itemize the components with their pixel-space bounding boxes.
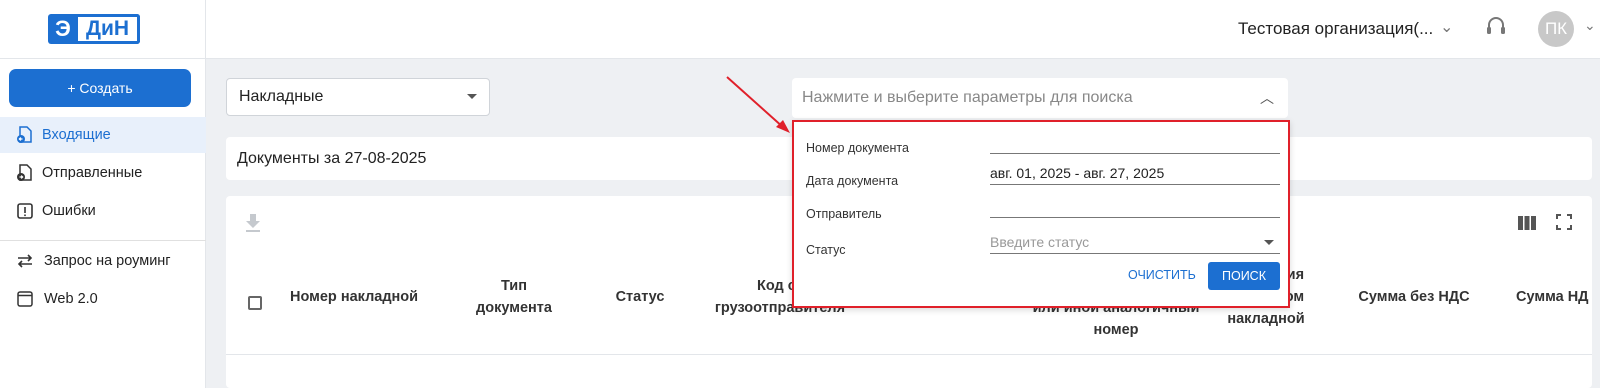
- document-type-select[interactable]: Накладные: [226, 78, 490, 116]
- sender-label: Отправитель: [806, 207, 882, 221]
- search-button[interactable]: ПОИСК: [1208, 262, 1280, 290]
- columns-icon[interactable]: [1518, 216, 1536, 230]
- status-label: Статус: [806, 243, 846, 257]
- sidebar-item-label: Отправленные: [42, 165, 143, 181]
- status-placeholder: Введите статус: [990, 234, 1090, 250]
- edin-logo[interactable]: Э ДиН: [48, 14, 141, 44]
- sidebar-item-sent[interactable]: Отправленные: [0, 155, 206, 191]
- swap-arrows-icon: [17, 254, 33, 268]
- column-header-sum-without-vat[interactable]: Сумма без НДС: [1344, 286, 1484, 308]
- download-icon[interactable]: [244, 213, 262, 233]
- create-button[interactable]: + Создать: [9, 69, 191, 107]
- column-header-line: Тип: [501, 278, 527, 294]
- dropdown-caret-icon: [1264, 240, 1274, 245]
- search-placeholder: Нажмите и выберите параметры для поиска: [802, 89, 1133, 106]
- fullscreen-icon[interactable]: [1556, 214, 1572, 230]
- status-select[interactable]: Введите статус: [990, 232, 1280, 254]
- column-header-vat-sum[interactable]: Сумма НД: [1516, 286, 1596, 308]
- annotation-arrow-icon: [726, 76, 790, 133]
- column-header-line: документа: [476, 300, 552, 316]
- column-header-line: номер: [1093, 322, 1139, 338]
- doc-number-label: Номер документа: [806, 141, 909, 155]
- sidebar-item-label: Запрос на роуминг: [44, 253, 171, 269]
- sidebar-item-errors[interactable]: Ошибки: [0, 193, 206, 229]
- logo-text: ДиН: [78, 14, 141, 44]
- document-type-value: Накладные: [239, 88, 324, 105]
- headset-icon[interactable]: [1486, 16, 1506, 38]
- sidebar-item-label: Входящие: [42, 127, 111, 143]
- clear-button[interactable]: ОЧИСТИТЬ: [1128, 268, 1196, 282]
- organization-selector[interactable]: Тестовая организация(...: [1238, 19, 1433, 39]
- column-header-doc-type[interactable]: Тип документа: [464, 275, 564, 319]
- chevron-down-icon[interactable]: ⌄: [1440, 17, 1453, 37]
- outgoing-doc-icon: [17, 164, 32, 181]
- incoming-doc-icon: [17, 126, 32, 143]
- table-header-divider: [226, 354, 1592, 355]
- sidebar-item-incoming[interactable]: Входящие: [0, 117, 206, 153]
- sidebar: + Создать Входящие Отправленные Ошибки З…: [0, 59, 206, 388]
- chevron-down-icon[interactable]: ⌄: [1584, 17, 1596, 34]
- search-parameters-popup: Номер документа Дата документа авг. 01, …: [792, 120, 1290, 308]
- select-all-checkbox[interactable]: [248, 296, 262, 310]
- window-icon: [17, 291, 33, 307]
- logo-letter: Э: [48, 14, 78, 44]
- sidebar-item-roaming[interactable]: Запрос на роуминг: [0, 243, 206, 279]
- dropdown-caret-icon: [467, 94, 477, 99]
- top-header: Э ДиН Тестовая организация(... ⌄ ПК ⌄: [0, 0, 1600, 59]
- sidebar-item-label: Ошибки: [42, 203, 96, 219]
- column-header-line: накладной: [1227, 311, 1305, 327]
- column-header-invoice-number[interactable]: Номер накладной: [290, 286, 440, 308]
- sender-field[interactable]: [990, 196, 1280, 218]
- doc-date-label: Дата документа: [806, 174, 899, 188]
- avatar[interactable]: ПК: [1538, 11, 1574, 47]
- sidebar-item-web20[interactable]: Web 2.0: [0, 281, 206, 317]
- sidebar-divider: [0, 240, 206, 241]
- search-input[interactable]: Нажмите и выберите параметры для поиска …: [792, 78, 1288, 118]
- chevron-up-icon[interactable]: ︿: [1260, 78, 1274, 118]
- doc-date-field[interactable]: авг. 01, 2025 - авг. 27, 2025: [990, 163, 1280, 185]
- doc-number-field[interactable]: [990, 132, 1280, 154]
- column-header-status[interactable]: Статус: [600, 286, 680, 308]
- error-icon: [17, 203, 33, 219]
- documents-date-text: Документы за 27-08-2025: [237, 150, 427, 167]
- logo-area: Э ДиН: [0, 0, 206, 59]
- sidebar-item-label: Web 2.0: [44, 291, 98, 307]
